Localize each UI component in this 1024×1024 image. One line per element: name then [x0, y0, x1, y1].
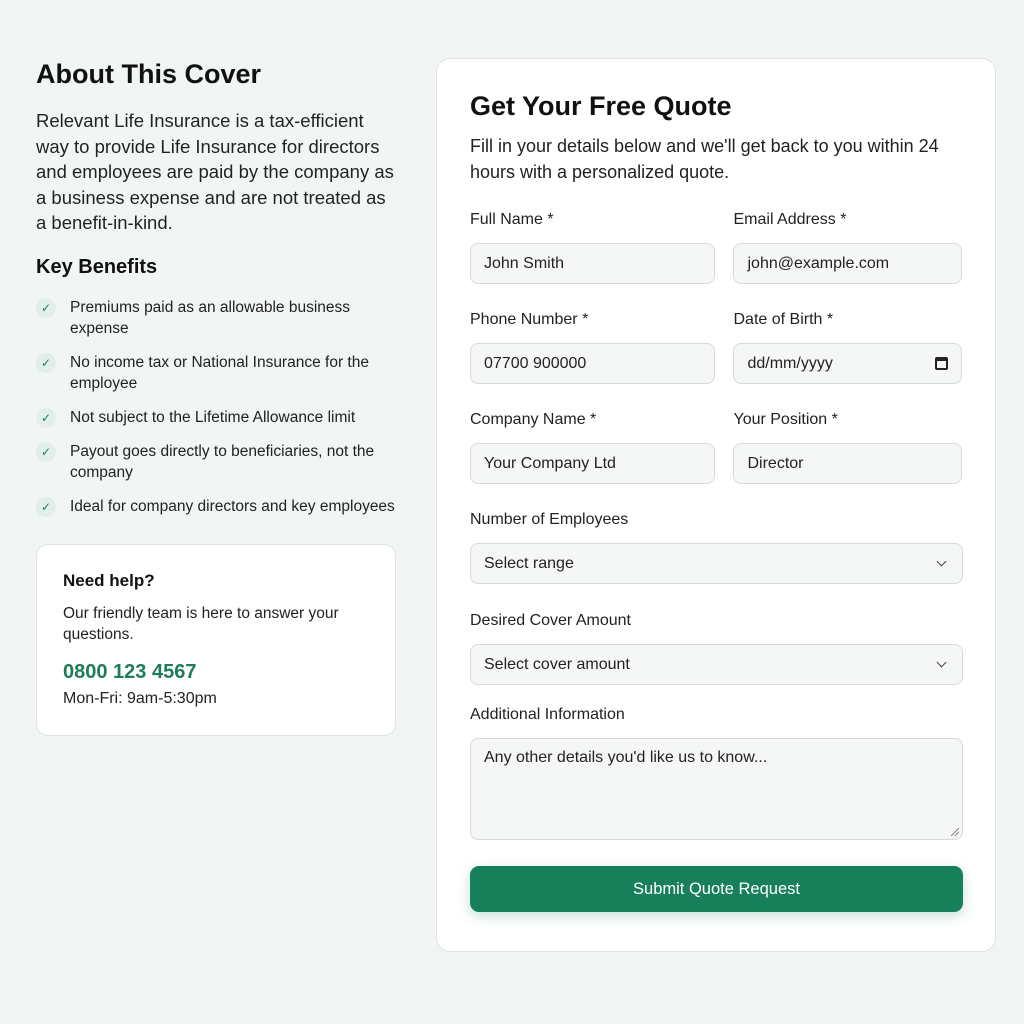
- benefits-title: Key Benefits: [36, 255, 158, 278]
- help-title: Need help?: [63, 571, 155, 590]
- benefit-item: ✓ No income tax or National Insurance fo…: [36, 352, 398, 394]
- additional-label: Additional Information: [470, 706, 625, 723]
- phone-label: Phone Number *: [470, 311, 589, 328]
- benefits-list: ✓ Premiums paid as an allowable business…: [36, 297, 398, 517]
- about-section: About This Cover Relevant Life Insurance…: [36, 58, 398, 530]
- full-name-input[interactable]: John Smith: [470, 243, 716, 284]
- company-input[interactable]: Your Company Ltd: [470, 443, 716, 484]
- help-hours: Mon-Fri: 9am-5:30pm: [63, 690, 217, 707]
- dob-label: Date of Birth *: [733, 311, 834, 328]
- form-row-phone-dob: Phone Number * 07700 900000 Date of Birt…: [470, 311, 962, 384]
- submit-quote-button[interactable]: Submit Quote Request: [470, 866, 963, 912]
- cover-selected: Select cover amount: [484, 655, 630, 673]
- company-label: Company Name *: [470, 411, 597, 428]
- cover-label: Desired Cover Amount: [470, 612, 631, 629]
- dob-input[interactable]: dd/mm/yyyy: [733, 343, 962, 384]
- position-group: Your Position * Director: [733, 411, 962, 484]
- employees-label: Number of Employees: [470, 511, 629, 528]
- form-title: Get Your Free Quote: [470, 91, 732, 121]
- cover-select[interactable]: Select cover amount: [470, 644, 963, 685]
- email-group: Email Address * john@example.com: [733, 211, 962, 284]
- chevron-down-icon: [936, 556, 947, 567]
- benefit-item: ✓ Premiums paid as an allowable business…: [36, 297, 398, 339]
- company-group: Company Name * Your Company Ltd: [470, 411, 716, 484]
- benefit-text: No income tax or National Insurance for …: [70, 353, 369, 392]
- employees-selected: Select range: [484, 554, 574, 572]
- check-icon: ✓: [36, 496, 56, 517]
- benefit-text: Payout goes directly to beneficiaries, n…: [70, 442, 375, 481]
- phone-group: Phone Number * 07700 900000: [470, 311, 716, 384]
- check-icon: ✓: [36, 407, 56, 428]
- quote-form-card: Get Your Free Quote Fill in your details…: [436, 58, 996, 952]
- benefit-text: Not subject to the Lifetime Allowance li…: [70, 408, 356, 426]
- email-input[interactable]: john@example.com: [733, 243, 962, 284]
- position-input[interactable]: Director: [733, 443, 962, 484]
- help-phone-link[interactable]: 0800 123 4567: [63, 661, 369, 684]
- phone-input[interactable]: 07700 900000: [470, 343, 716, 384]
- benefit-item: ✓ Not subject to the Lifetime Allowance …: [36, 407, 398, 428]
- check-icon: ✓: [36, 297, 56, 318]
- help-card: Need help? Our friendly team is here to …: [36, 544, 396, 736]
- about-intro: Relevant Life Insurance is a tax-efficie…: [36, 110, 394, 233]
- calendar-icon[interactable]: [935, 357, 948, 370]
- chevron-down-icon: [936, 657, 947, 668]
- benefit-text: Ideal for company directors and key empl…: [70, 497, 395, 515]
- about-title: About This Cover: [36, 59, 262, 89]
- help-text: Our friendly team is here to answer your…: [63, 605, 339, 643]
- benefit-item: ✓ Ideal for company directors and key em…: [36, 496, 398, 517]
- full-name-label: Full Name *: [470, 211, 554, 228]
- dob-group: Date of Birth * dd/mm/yyyy: [733, 311, 962, 384]
- check-icon: ✓: [36, 352, 56, 373]
- employees-select[interactable]: Select range: [470, 543, 963, 584]
- full-name-group: Full Name * John Smith: [470, 211, 716, 284]
- employees-group: Number of Employees Select range: [470, 511, 963, 584]
- additional-placeholder: Any other details you'd like us to know.…: [484, 749, 768, 766]
- form-row-name-email: Full Name * John Smith Email Address * j…: [470, 211, 962, 284]
- cover-group: Desired Cover Amount Select cover amount: [470, 612, 963, 685]
- form-row-company-position: Company Name * Your Company Ltd Your Pos…: [470, 411, 962, 484]
- benefit-item: ✓ Payout goes directly to beneficiaries,…: [36, 441, 398, 483]
- email-label: Email Address *: [733, 211, 847, 228]
- resize-handle-icon[interactable]: [951, 828, 959, 836]
- benefit-text: Premiums paid as an allowable business e…: [70, 298, 351, 337]
- additional-group: Additional Information Any other details…: [470, 706, 963, 840]
- dob-placeholder: dd/mm/yyyy: [747, 354, 833, 372]
- check-icon: ✓: [36, 441, 56, 462]
- form-subtitle: Fill in your details below and we'll get…: [470, 136, 939, 182]
- additional-textarea[interactable]: Any other details you'd like us to know.…: [470, 738, 963, 840]
- position-label: Your Position *: [733, 411, 838, 428]
